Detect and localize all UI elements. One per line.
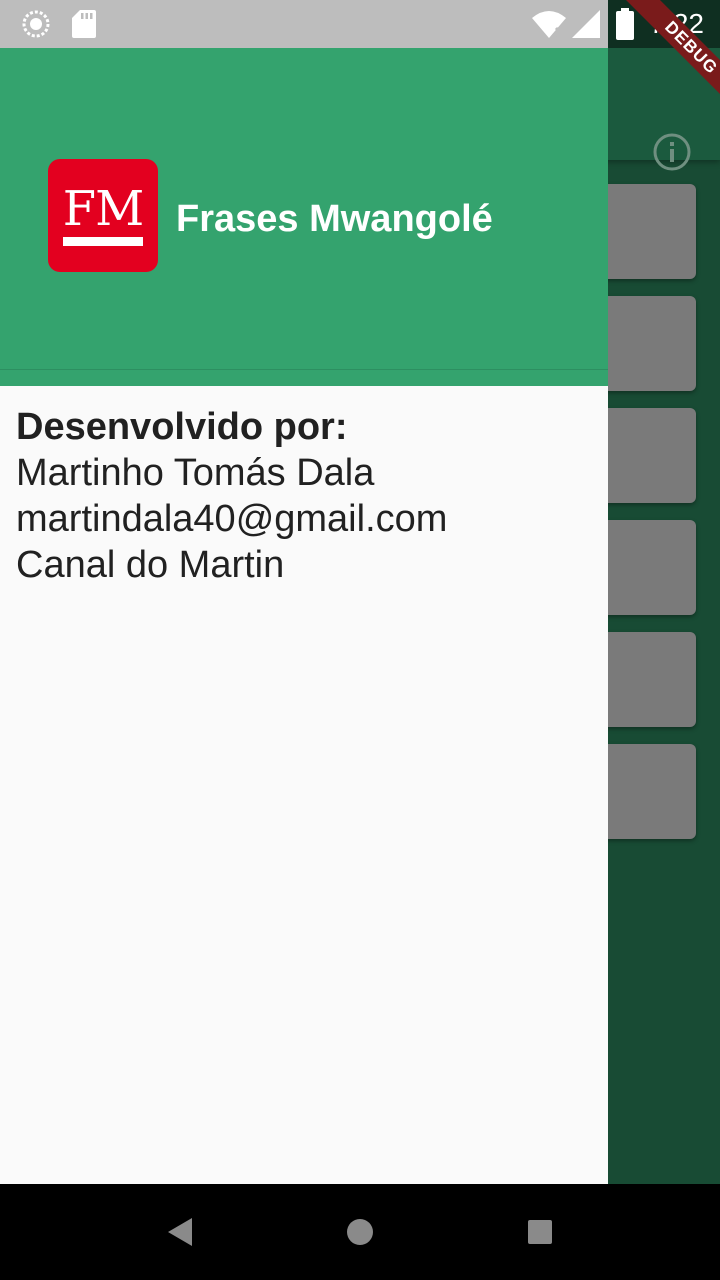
status-bar: 7:22 [0,0,720,48]
recents-icon[interactable] [522,1214,558,1250]
info-icon[interactable] [652,132,692,172]
app-title: Frases Mwangolé [176,198,493,240]
wifi-icon [532,11,566,38]
drawer-header: FM Frases Mwangolé [0,48,608,386]
logo-text: FM [62,181,144,237]
developer-channel: Canal do Martin [16,544,285,586]
app-logo: FM [48,159,158,272]
sd-card-icon [72,10,96,38]
developer-email: martindala40@gmail.com [16,498,448,540]
developer-name: Martinho Tomás Dala [16,452,375,494]
back-icon[interactable] [162,1214,198,1250]
developer-heading: Desenvolvido por: [16,406,348,448]
home-icon[interactable] [342,1214,378,1250]
loading-circle-icon [22,10,50,38]
battery-icon [616,8,634,40]
system-nav-bar [0,1184,720,1280]
navigation-drawer: FM Frases Mwangolé Desenvolvido por: Mar… [0,48,608,1184]
logo-underline [63,237,143,246]
developer-info: Desenvolvido por: Martinho Tomás Dala ma… [16,404,447,588]
signal-icon [572,10,600,38]
